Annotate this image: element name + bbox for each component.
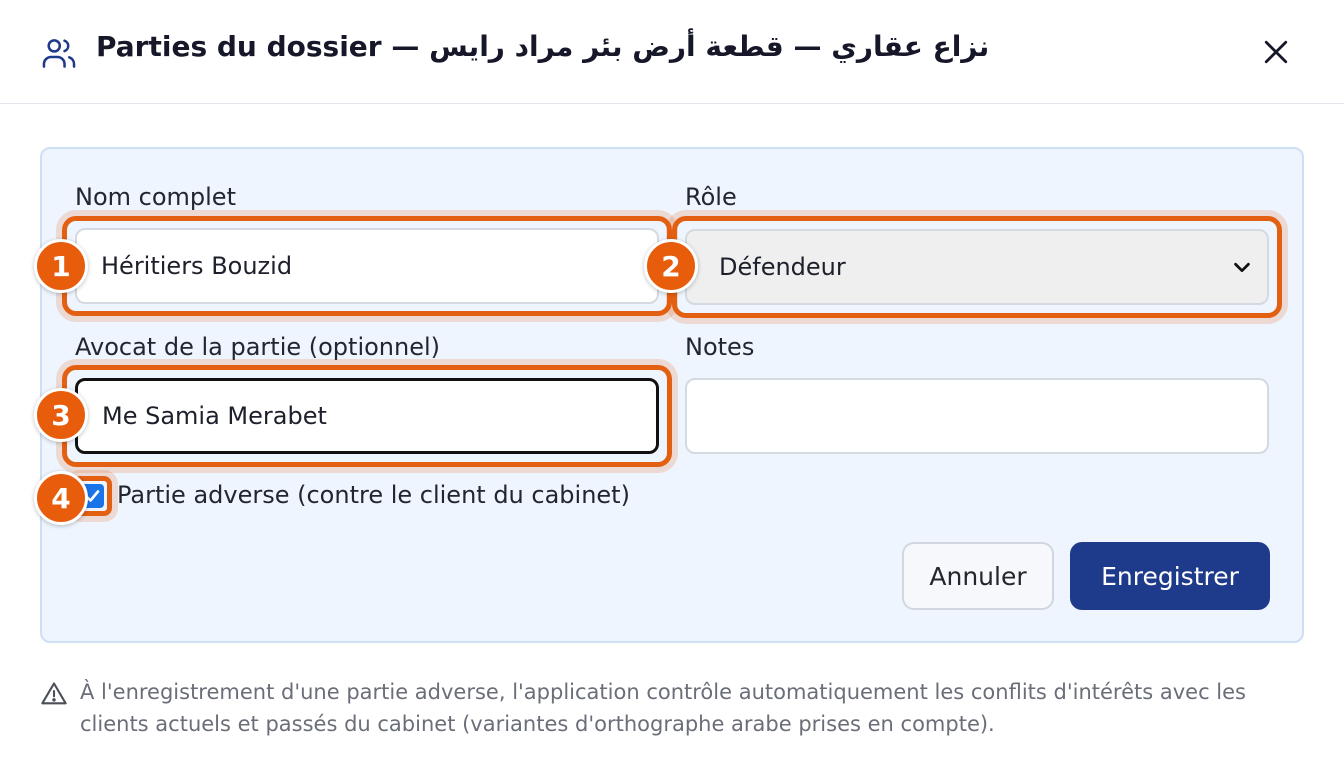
nom-complet-label: Nom complet [75,183,236,211]
step-badge-4: 4 [34,471,88,525]
dialog-title: Parties du dossier — نزاع عقاري — قطعة أ… [96,30,990,63]
conflict-check-footnote: À l'enregistrement d'une partie adverse,… [80,680,1246,736]
step-badge-1: 1 [34,239,88,293]
notes-label: Notes [685,333,755,361]
warning-icon [41,682,67,705]
nom-complet-input[interactable]: Héritiers Bouzid [75,228,659,304]
close-button[interactable] [1254,30,1298,74]
partie-adverse-label[interactable]: Partie adverse (contre le client du cabi… [117,481,630,509]
dialog-header: Parties du dossier — نزاع عقاري — قطعة أ… [0,0,1344,104]
save-button[interactable]: Enregistrer [1070,542,1270,610]
users-icon [42,39,76,68]
close-icon [1264,40,1288,64]
chevron-down-icon [1234,262,1250,273]
role-label: Rôle [685,183,737,211]
role-select[interactable]: Défendeur [685,229,1269,305]
notes-input[interactable] [685,378,1269,454]
avocat-label: Avocat de la partie (optionnel) [75,333,441,361]
avocat-input[interactable]: Me Samia Merabet [75,378,659,454]
cancel-button[interactable]: Annuler [902,542,1054,610]
role-select-value: Défendeur [719,253,846,281]
step-badge-3: 3 [34,388,88,442]
step-badge-2: 2 [644,239,698,293]
